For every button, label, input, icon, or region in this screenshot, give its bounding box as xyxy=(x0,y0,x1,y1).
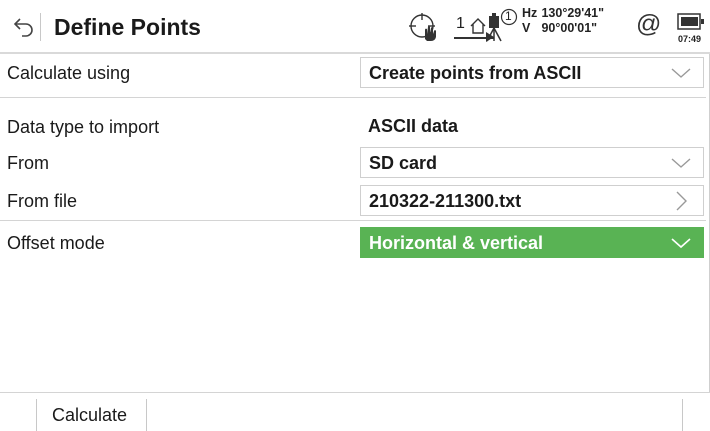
angle-readout: Hz 130°29'41" V 90°00'01" xyxy=(522,6,604,36)
chevron-right-icon xyxy=(676,191,687,211)
softkey-separator xyxy=(146,399,147,431)
offset-mode-label: Offset mode xyxy=(7,233,105,253)
data-type-row: Data type to import ASCII data xyxy=(0,109,706,145)
page-title: Define Points xyxy=(54,14,201,40)
softkey-separator xyxy=(682,399,683,431)
back-arrow-icon[interactable] xyxy=(10,16,36,38)
v-value: 90°00'01" xyxy=(541,21,598,35)
calculate-using-dropdown[interactable]: Create points from ASCII xyxy=(360,57,704,88)
calculate-softkey-label: Calculate xyxy=(52,405,128,425)
chevron-down-icon xyxy=(671,238,691,249)
chevron-down-icon xyxy=(671,68,691,78)
clock-time: 07:49 xyxy=(678,34,702,44)
at-icon: @ xyxy=(636,10,662,38)
data-type-label: Data type to import xyxy=(7,117,160,137)
from-file-value: 210322-211300.txt xyxy=(369,191,522,211)
divider xyxy=(0,97,706,98)
divider xyxy=(0,220,706,221)
from-label: From xyxy=(7,153,49,173)
data-type-value: ASCII data xyxy=(368,116,459,136)
from-file-selector[interactable]: 210322-211300.txt xyxy=(360,185,704,216)
title-bar: Define Points 1 1 Hz 130°29'41" V 90°00'… xyxy=(0,0,710,54)
face-number: 1 xyxy=(456,15,465,32)
v-label: V xyxy=(522,21,531,35)
from-row: From SD card xyxy=(0,145,706,181)
offset-mode-value: Horizontal & vertical xyxy=(369,233,544,253)
from-dropdown[interactable]: SD card xyxy=(360,147,704,178)
from-file-label: From file xyxy=(7,191,78,211)
target-hand-icon[interactable] xyxy=(408,12,440,42)
calculate-using-label: Calculate using xyxy=(7,63,131,83)
offset-mode-row: Offset mode Horizontal & vertical xyxy=(0,225,706,261)
chevron-down-icon xyxy=(671,158,691,168)
calculate-using-row: Calculate using Create points from ASCII xyxy=(0,55,706,91)
softkey-bar: Calculate xyxy=(0,392,710,431)
offset-mode-dropdown[interactable]: Horizontal & vertical xyxy=(360,227,704,258)
hz-label: Hz xyxy=(522,6,538,20)
battery-icon xyxy=(677,13,704,30)
hz-value: 130°29'41" xyxy=(541,6,605,20)
title-separator xyxy=(40,13,41,41)
prism-instrument-icon: 1 xyxy=(484,8,524,44)
calculate-softkey[interactable]: Calculate xyxy=(37,393,146,431)
prism-number: 1 xyxy=(505,9,512,23)
from-file-row: From file 210322-211300.txt xyxy=(0,183,706,219)
from-value: SD card xyxy=(369,153,438,173)
calculate-using-value: Create points from ASCII xyxy=(369,63,582,83)
